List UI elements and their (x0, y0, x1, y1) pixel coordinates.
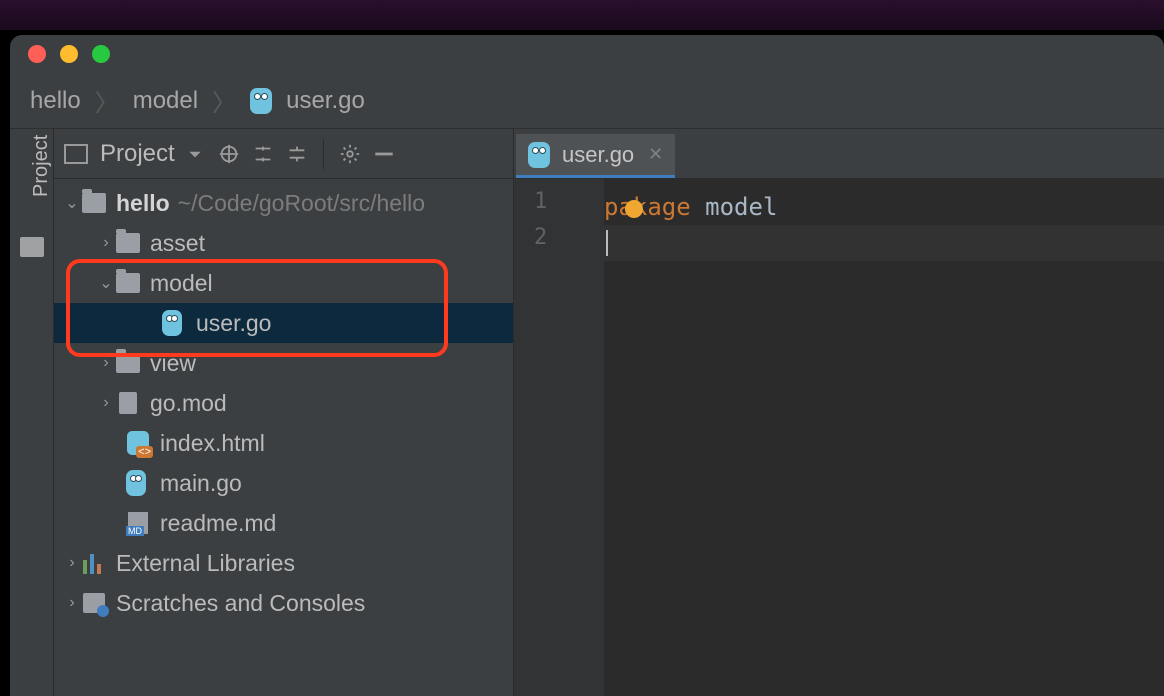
tree-label: go.mod (150, 390, 227, 417)
close-tab-icon[interactable]: ✕ (648, 144, 663, 165)
ide-window: hello 〉 model 〉 user.go Project Project (10, 35, 1164, 696)
project-tree[interactable]: ⌄ hello ~/Code/goRoot/src/hello › asset … (54, 179, 513, 696)
chevron-right-icon[interactable]: › (96, 353, 116, 373)
editor-tabbar[interactable]: user.go ✕ (514, 129, 1164, 179)
tree-label: Scratches and Consoles (116, 590, 365, 617)
gopher-icon (528, 142, 550, 168)
window-titlebar (10, 35, 1164, 73)
tab-label: user.go (562, 142, 634, 168)
chevron-right-icon[interactable]: › (96, 393, 116, 413)
select-opened-file-icon[interactable] (215, 140, 243, 168)
panel-icon (64, 144, 88, 164)
tree-label: index.html (160, 430, 265, 457)
hide-panel-icon[interactable] (370, 140, 398, 168)
html-file-icon (127, 431, 149, 455)
folder-icon (116, 273, 140, 293)
tree-external-libraries[interactable]: › External Libraries (54, 543, 513, 583)
gear-icon[interactable] (336, 140, 364, 168)
gopher-icon (162, 310, 182, 336)
tree-label: view (150, 350, 196, 377)
tree-file-readme-md[interactable]: readme.md (54, 503, 513, 543)
macos-menubar (0, 0, 1164, 30)
folder-icon[interactable] (20, 237, 44, 257)
libraries-icon (83, 552, 105, 574)
editor-body[interactable]: 1 2 pakage model (514, 179, 1164, 696)
tree-label: user.go (196, 310, 271, 337)
tree-folder-view[interactable]: › view (54, 343, 513, 383)
tree-root[interactable]: ⌄ hello ~/Code/goRoot/src/hello (54, 183, 513, 223)
chevron-right-icon[interactable]: › (96, 233, 116, 253)
divider (323, 139, 324, 169)
gopher-icon (126, 470, 146, 496)
code-line[interactable]: pakage model (604, 189, 1164, 225)
scratches-icon (83, 593, 105, 613)
tree-label: main.go (160, 470, 242, 497)
breadcrumb-separator: 〉 (212, 83, 236, 118)
markdown-file-icon (128, 512, 148, 534)
breadcrumb-separator: 〉 (95, 83, 119, 118)
tree-label: asset (150, 230, 205, 257)
folder-icon (116, 233, 140, 253)
tree-label: External Libraries (116, 550, 295, 577)
tree-folder-model[interactable]: ⌄ model (54, 263, 513, 303)
editor-tab-user-go[interactable]: user.go ✕ (516, 134, 675, 178)
tree-scratches[interactable]: › Scratches and Consoles (54, 583, 513, 623)
editor-area: user.go ✕ 1 2 pakage model (514, 129, 1164, 696)
tree-label: model (150, 270, 213, 297)
project-tool-button[interactable]: Project (30, 135, 53, 197)
text-cursor (606, 230, 608, 256)
dropdown-icon[interactable] (181, 140, 209, 168)
chevron-right-icon[interactable]: › (62, 553, 82, 573)
project-panel: Project (54, 129, 514, 696)
tree-label: hello (116, 190, 170, 217)
intention-bulb-icon[interactable] (625, 200, 643, 218)
gopher-icon (250, 88, 272, 114)
tree-path: ~/Code/goRoot/src/hello (178, 190, 425, 217)
breadcrumb[interactable]: hello 〉 model 〉 user.go (10, 73, 1164, 129)
line-number: 2 (514, 225, 604, 261)
collapse-all-icon[interactable] (283, 140, 311, 168)
zoom-window-button[interactable] (92, 45, 110, 63)
folder-icon (82, 193, 106, 213)
tree-folder-asset[interactable]: › asset (54, 223, 513, 263)
chevron-down-icon[interactable]: ⌄ (96, 273, 116, 293)
tree-file-user-go[interactable]: user.go (54, 303, 513, 343)
line-number: 1 (514, 189, 604, 225)
project-panel-header: Project (54, 129, 513, 179)
breadcrumb-item[interactable]: user.go (286, 87, 365, 115)
breadcrumb-item[interactable]: hello (30, 87, 81, 115)
minimize-window-button[interactable] (60, 45, 78, 63)
left-tool-strip: Project (10, 129, 54, 696)
panel-title[interactable]: Project (100, 140, 175, 168)
tree-label: readme.md (160, 510, 276, 537)
chevron-down-icon[interactable]: ⌄ (62, 193, 82, 213)
file-icon (119, 392, 137, 414)
code-line[interactable] (604, 225, 1164, 261)
tree-file-index-html[interactable]: index.html (54, 423, 513, 463)
editor-gutter: 1 2 (514, 179, 604, 696)
code-area[interactable]: pakage model (604, 179, 1164, 696)
tree-file-main-go[interactable]: main.go (54, 463, 513, 503)
folder-icon (116, 353, 140, 373)
chevron-right-icon[interactable]: › (62, 593, 82, 613)
expand-all-icon[interactable] (249, 140, 277, 168)
breadcrumb-item[interactable]: model (133, 87, 198, 115)
tree-file-go-mod[interactable]: › go.mod (54, 383, 513, 423)
close-window-button[interactable] (28, 45, 46, 63)
